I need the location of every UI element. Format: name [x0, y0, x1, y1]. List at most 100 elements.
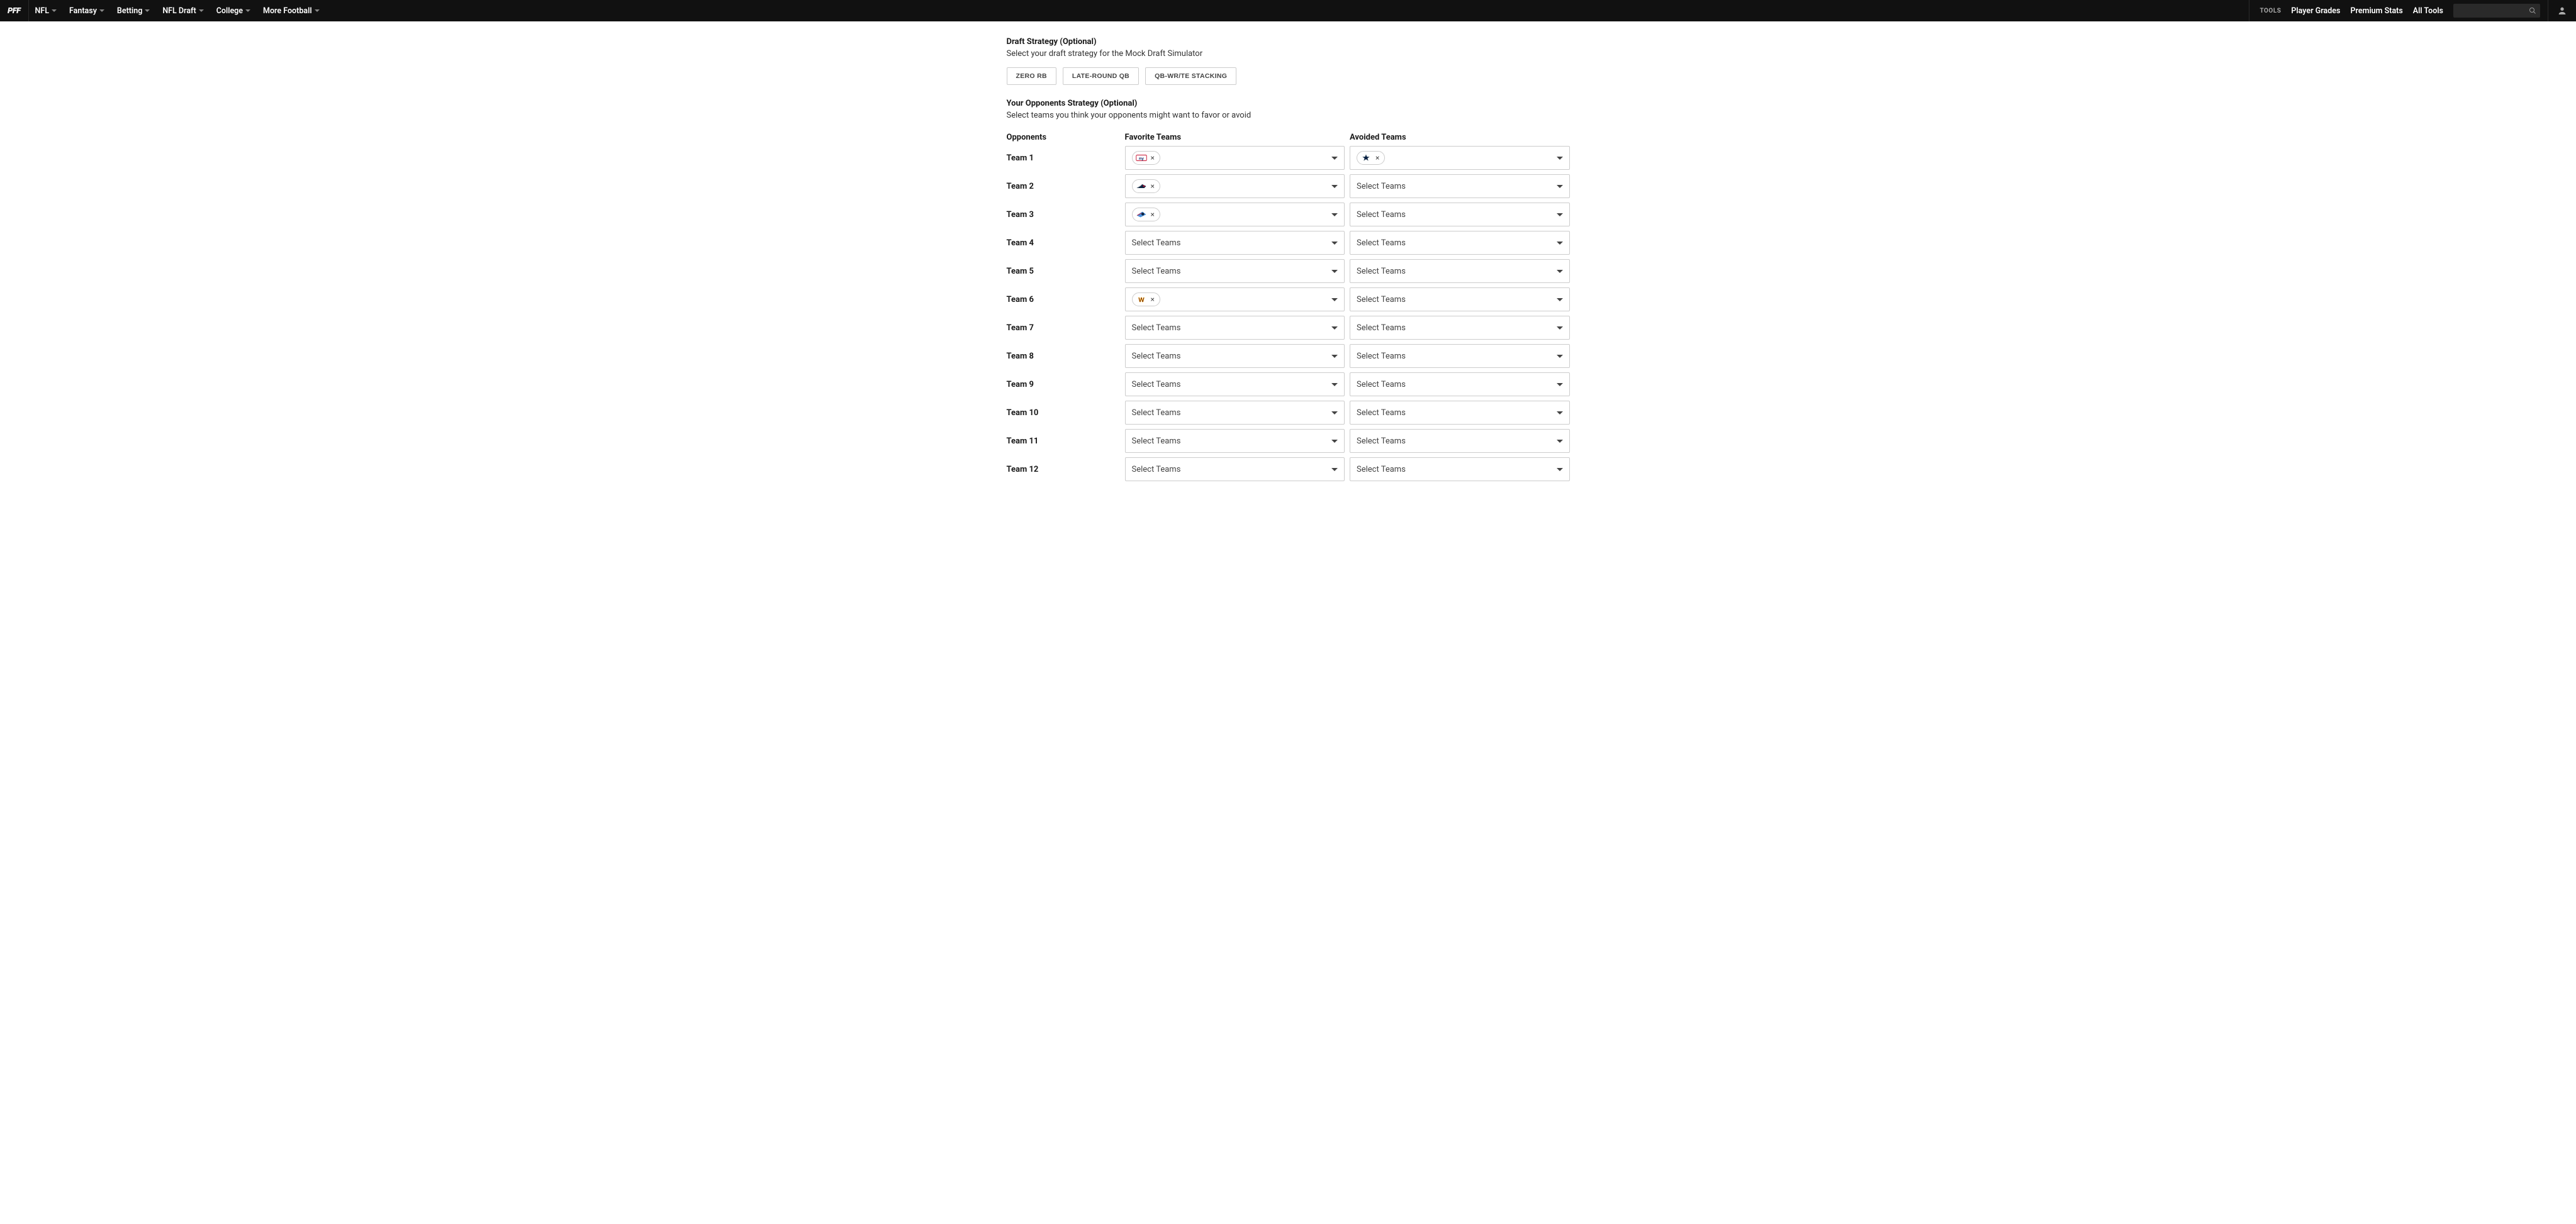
remove-chip-button[interactable]: × — [1151, 211, 1155, 218]
chevron-down-icon — [1331, 242, 1338, 245]
avoided-teams-select[interactable]: Select Teams — [1350, 174, 1570, 198]
opponent-label: Team 5 — [1007, 267, 1120, 276]
nav-item-betting[interactable]: Betting — [111, 0, 156, 21]
nav-item-college[interactable]: College — [210, 0, 257, 21]
team-logo-icon — [1136, 182, 1147, 191]
team-logo-icon: W — [1136, 295, 1147, 304]
opponent-label: Team 12 — [1007, 465, 1120, 474]
favorite-teams-select[interactable]: Select Teams — [1125, 401, 1345, 425]
favorite-teams-select[interactable]: Select Teams — [1125, 429, 1345, 453]
favorite-teams-select[interactable]: W× — [1125, 287, 1345, 311]
search-input[interactable] — [2453, 4, 2540, 18]
nav-item-more-football[interactable]: More Football — [257, 0, 326, 21]
favorite-teams-select[interactable]: × — [1125, 203, 1345, 226]
remove-chip-button[interactable]: × — [1151, 154, 1155, 162]
site-logo[interactable]: PFF — [0, 0, 29, 21]
chevron-down-icon — [245, 9, 250, 12]
favorite-teams-select[interactable]: Select Teams — [1125, 372, 1345, 396]
favorite-teams-select[interactable]: Select Teams — [1125, 344, 1345, 368]
remove-chip-button[interactable]: × — [1151, 296, 1155, 303]
opponents-grid-body: Team 1ny××Team 2×Select TeamsTeam 3×Sele… — [1007, 146, 1570, 481]
opponent-row: Team 2×Select Teams — [1007, 174, 1570, 198]
favorite-teams-select[interactable]: Select Teams — [1125, 316, 1345, 340]
opponent-row: Team 1ny×× — [1007, 146, 1570, 170]
account-button[interactable] — [2548, 0, 2576, 21]
favorite-teams-select[interactable]: Select Teams — [1125, 231, 1345, 255]
team-logo-icon — [1136, 210, 1147, 219]
nav-item-fantasy[interactable]: Fantasy — [63, 0, 111, 21]
avoided-teams-select[interactable]: Select Teams — [1350, 401, 1570, 425]
team-chip-ne: × — [1132, 179, 1160, 193]
col-avoided: Avoided Teams — [1350, 133, 1570, 142]
opponent-row: Team 7Select TeamsSelect Teams — [1007, 316, 1570, 340]
opponent-row: Team 11Select TeamsSelect Teams — [1007, 429, 1570, 453]
select-placeholder: Select Teams — [1357, 267, 1406, 276]
avoided-teams-select[interactable]: Select Teams — [1350, 259, 1570, 283]
select-placeholder: Select Teams — [1357, 465, 1406, 474]
select-placeholder: Select Teams — [1132, 323, 1181, 333]
chevron-down-icon — [1557, 242, 1563, 245]
chevron-down-icon — [1331, 270, 1338, 273]
chevron-down-icon — [199, 9, 204, 12]
chevron-down-icon — [1557, 185, 1563, 188]
select-placeholder: Select Teams — [1357, 323, 1406, 333]
chevron-down-icon — [1557, 326, 1563, 330]
chevron-down-icon — [1557, 355, 1563, 358]
select-placeholder: Select Teams — [1132, 267, 1181, 276]
top-nav: PFF NFLFantasyBettingNFL DraftCollegeMor… — [0, 0, 2576, 21]
strategy-option-late-round-qb[interactable]: LATE-ROUND QB — [1063, 67, 1139, 85]
primary-nav: NFLFantasyBettingNFL DraftCollegeMore Fo… — [29, 0, 326, 21]
select-placeholder: Select Teams — [1132, 465, 1181, 474]
strategy-option-zero-rb[interactable]: ZERO RB — [1007, 67, 1056, 85]
avoided-teams-select[interactable]: Select Teams — [1350, 287, 1570, 311]
favorite-teams-select[interactable]: × — [1125, 174, 1345, 198]
chevron-down-icon — [1331, 411, 1338, 414]
opponent-label: Team 1 — [1007, 153, 1120, 163]
avoided-teams-select[interactable]: × — [1350, 146, 1570, 170]
avoided-teams-select[interactable]: Select Teams — [1350, 344, 1570, 368]
opponent-row: Team 6W×Select Teams — [1007, 287, 1570, 311]
opponent-row: Team 10 Select Teams Select Teams — [1007, 401, 1570, 425]
favorite-teams-select[interactable]: Select Teams — [1125, 457, 1345, 481]
remove-chip-button[interactable]: × — [1151, 182, 1155, 190]
opponents-strategy-title: Your Opponents Strategy (Optional) — [1007, 99, 1570, 108]
team-chip-was: W× — [1132, 292, 1160, 306]
opponent-row: Team 8Select TeamsSelect Teams — [1007, 344, 1570, 368]
svg-text:W: W — [1138, 297, 1145, 304]
strategy-option-qb-wr-te-stacking[interactable]: QB-WR/TE STACKING — [1145, 67, 1236, 85]
avoided-teams-select[interactable]: Select Teams — [1350, 316, 1570, 340]
chevron-down-icon — [1557, 157, 1563, 160]
avoided-teams-select[interactable]: Select Teams — [1350, 203, 1570, 226]
chevron-down-icon — [145, 9, 150, 12]
avoided-teams-select[interactable]: Select Teams — [1350, 429, 1570, 453]
opponent-row: Team 4 Select Teams Select Teams — [1007, 231, 1570, 255]
select-placeholder: Select Teams — [1132, 238, 1181, 248]
favorite-teams-select[interactable]: ny× — [1125, 146, 1345, 170]
nav-link-all-tools[interactable]: All Tools — [2413, 6, 2443, 16]
opponents-strategy-subtitle: Select teams you think your opponents mi… — [1007, 111, 1570, 120]
avoided-teams-select[interactable]: Select Teams — [1350, 231, 1570, 255]
nav-item-nfl[interactable]: NFL — [29, 0, 63, 21]
opponent-row: Team 12 Select Teams Select Teams — [1007, 457, 1570, 481]
chevron-down-icon — [1557, 468, 1563, 471]
nav-link-premium-stats[interactable]: Premium Stats — [2350, 6, 2402, 16]
chevron-down-icon — [1557, 440, 1563, 443]
chevron-down-icon — [1331, 355, 1338, 358]
favorite-teams-select[interactable]: Select Teams — [1125, 259, 1345, 283]
opponent-label: Team 6 — [1007, 295, 1120, 304]
nav-link-player-grades[interactable]: Player Grades — [2291, 6, 2340, 16]
opponent-label: Team 4 — [1007, 238, 1120, 248]
opponent-label: Team 10 — [1007, 408, 1120, 418]
nav-item-nfl-draft[interactable]: NFL Draft — [156, 0, 210, 21]
select-placeholder: Select Teams — [1132, 408, 1181, 418]
chevron-down-icon — [1331, 298, 1338, 301]
remove-chip-button[interactable]: × — [1375, 154, 1379, 162]
chevron-down-icon — [1557, 411, 1563, 414]
avoided-teams-select[interactable]: Select Teams — [1350, 372, 1570, 396]
team-chip-nyg: ny× — [1132, 151, 1160, 165]
team-chip-dal: × — [1357, 151, 1385, 165]
secondary-nav: TOOLS Player GradesPremium StatsAll Tool… — [2249, 0, 2548, 21]
opponents-grid-header: Opponents Favorite Teams Avoided Teams — [1007, 129, 1570, 146]
chevron-down-icon — [315, 9, 320, 12]
avoided-teams-select[interactable]: Select Teams — [1350, 457, 1570, 481]
